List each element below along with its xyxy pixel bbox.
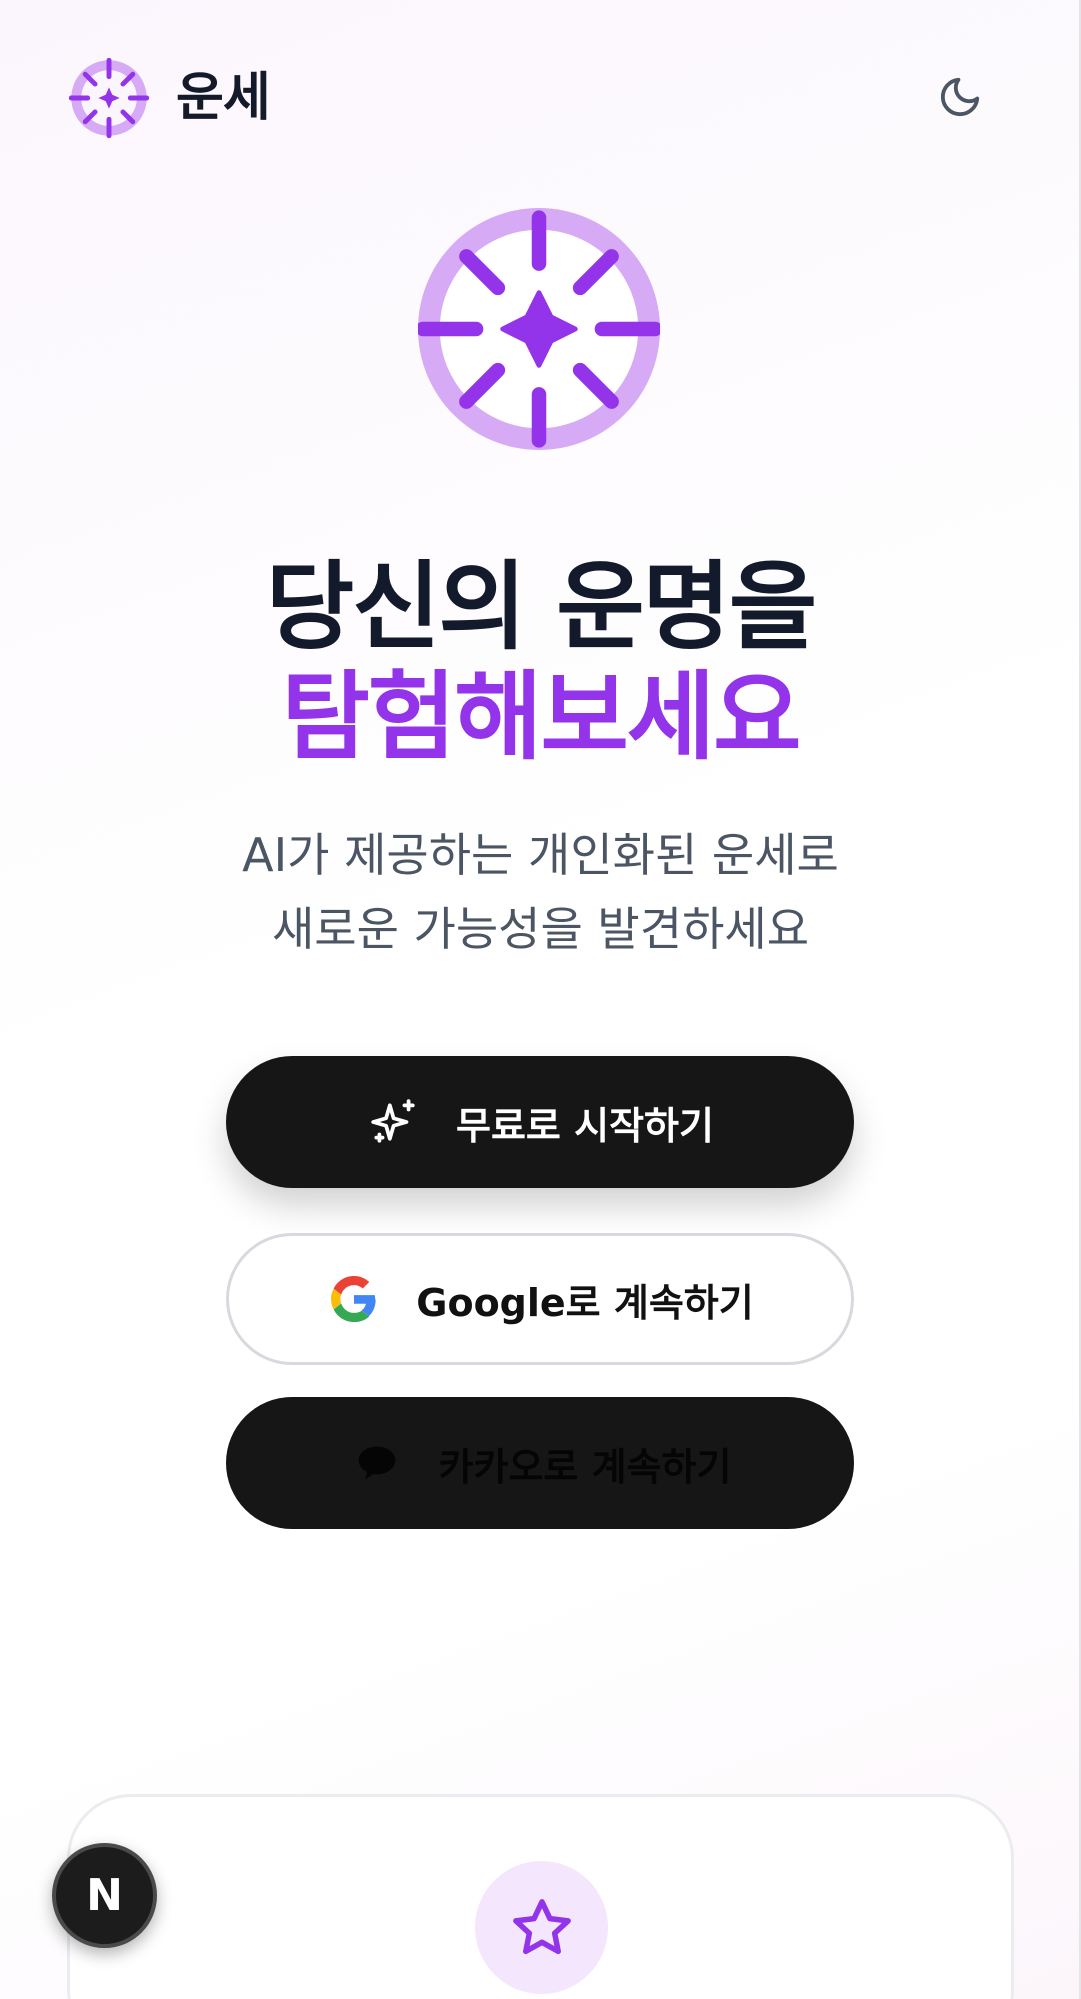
google-logo-icon — [326, 1271, 382, 1327]
kakao-login-label: 카카오로 계속하기 — [438, 1444, 732, 1489]
hero-headline: 당신의 운명을 탐험해보세요 — [0, 552, 1081, 772]
floating-n-badge[interactable]: N — [52, 1843, 157, 1948]
theme-toggle-button[interactable] — [933, 70, 987, 124]
start-free-label: 무료로 시작하기 — [456, 1103, 714, 1148]
chat-bubble-icon — [349, 1435, 405, 1491]
sparkles-icon — [366, 1094, 422, 1150]
hero-subtitle: AI가 제공하는 개인화된 운세로 새로운 가능성을 발견하세요 — [0, 818, 1081, 966]
logo-sparkle-compass-icon[interactable] — [68, 57, 150, 139]
star-icon — [512, 1898, 571, 1954]
brand-name[interactable]: 운세 — [176, 62, 271, 134]
headline-line-2: 탐험해보세요 — [281, 661, 802, 773]
subtitle-line-1: AI가 제공하는 개인화된 운세로 — [242, 828, 839, 882]
n-badge-label: N — [86, 1870, 123, 1921]
moon-icon — [940, 77, 980, 117]
hero-sparkle-compass-icon — [418, 208, 660, 450]
feature-card-icon-circle — [475, 1861, 608, 1994]
kakao-login-button[interactable]: 카카오로 계속하기 — [226, 1397, 854, 1529]
app-header: 운세 — [0, 0, 1081, 200]
subtitle-line-2: 새로운 가능성을 발견하세요 — [271, 902, 810, 956]
headline-line-1: 당신의 운명을 — [265, 551, 817, 663]
google-login-label: Google로 계속하기 — [416, 1280, 754, 1325]
google-login-button[interactable]: Google로 계속하기 — [226, 1233, 854, 1365]
start-free-button[interactable]: 무료로 시작하기 — [226, 1056, 854, 1188]
